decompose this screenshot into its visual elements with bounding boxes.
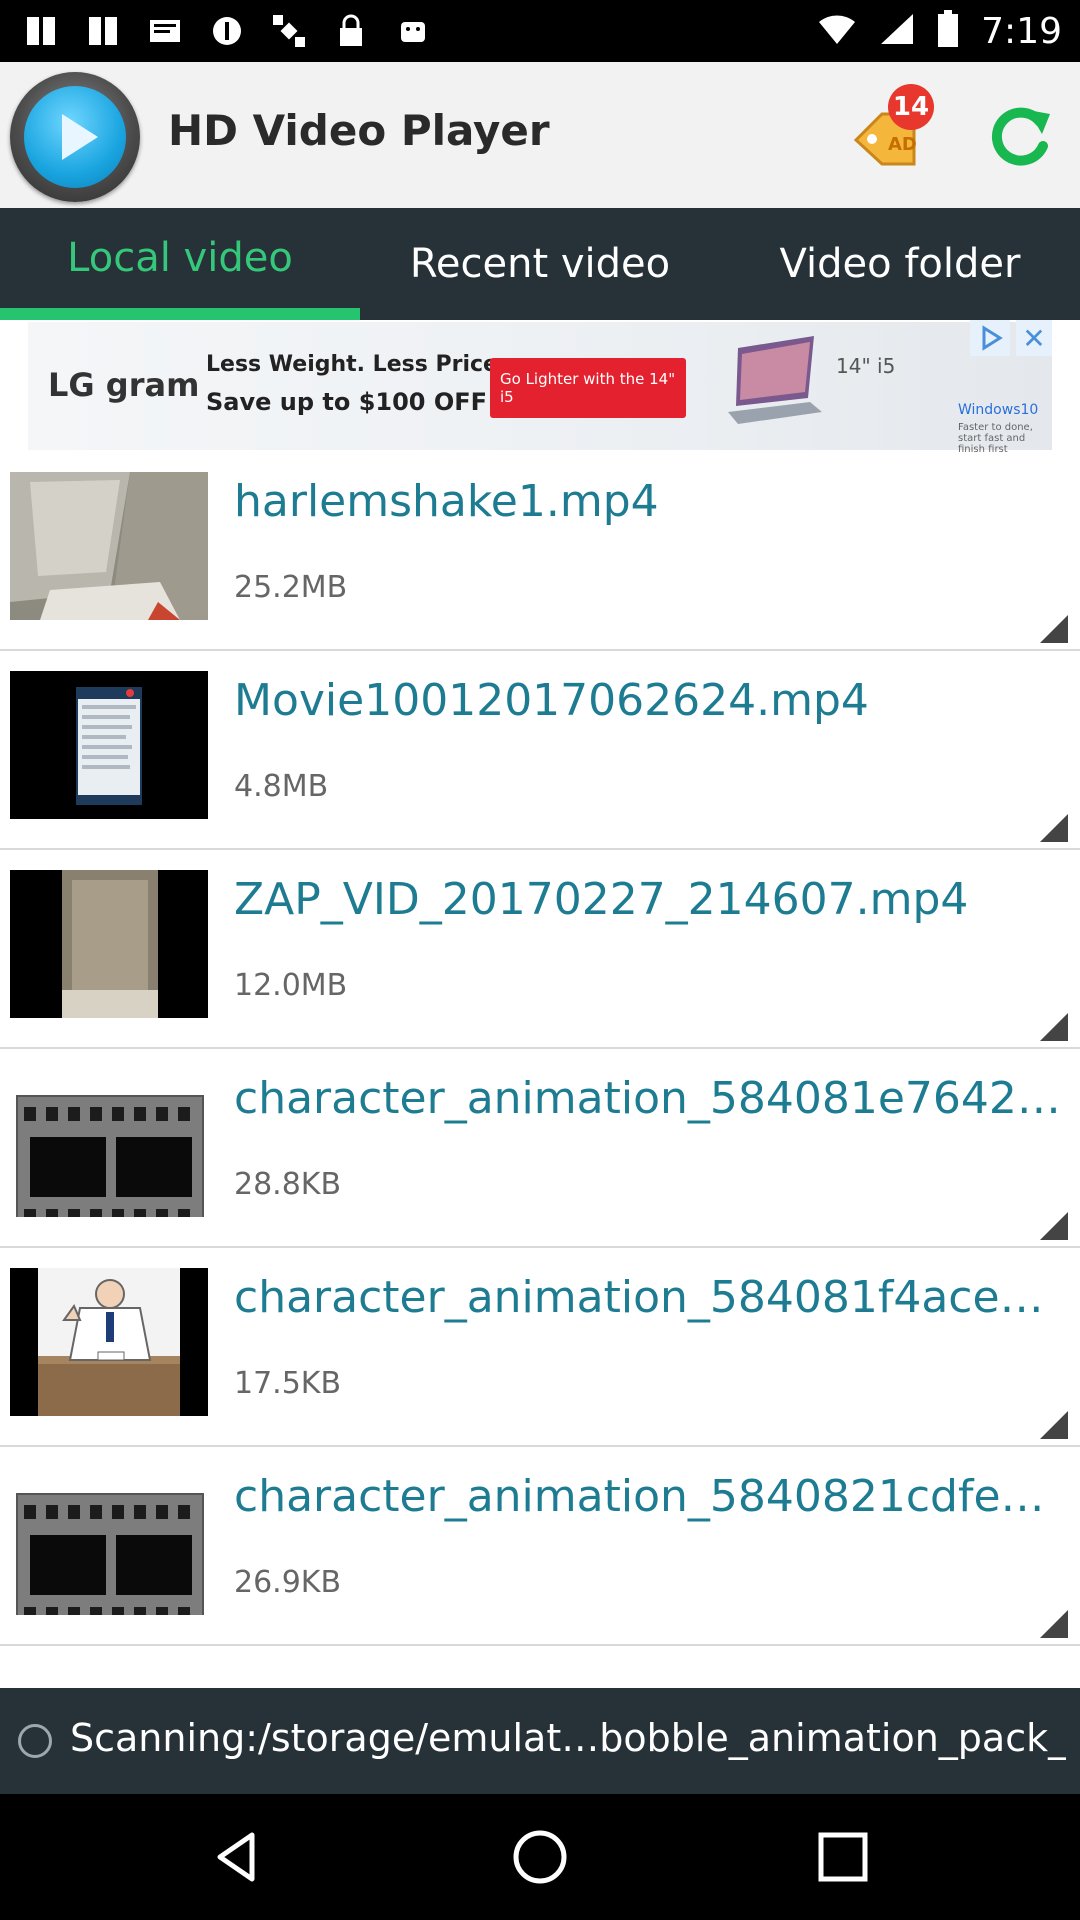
ad-choices-icon[interactable] [970,320,1010,356]
ad-offer: Save up to $100 OFF [206,388,488,416]
video-thumbnail [10,1666,208,1688]
tab-label: Video folder [779,241,1021,287]
back-button[interactable] [186,1812,286,1902]
video-size: 26.9KB [234,1565,342,1600]
recents-icon [818,1832,868,1882]
tab-video-folder[interactable]: Video folder [720,208,1080,320]
item-menu-icon[interactable] [1040,1212,1068,1240]
item-menu-icon[interactable] [1040,1610,1068,1638]
tab-local-video[interactable]: Local video [0,208,360,320]
home-button[interactable] [490,1812,590,1902]
list-item-partial[interactable] [0,1646,1080,1688]
item-menu-icon[interactable] [1040,1013,1068,1041]
video-size: 4.8MB [234,769,329,804]
notification-icon [84,12,122,50]
notification-icon [146,12,184,50]
system-nav-bar [0,1794,1080,1920]
video-name: harlemshake1.mp4 [234,476,659,527]
list-item[interactable]: character_animation_584081e76422... 28.8… [0,1049,1080,1248]
video-name: character_animation_584081e76422... [234,1073,1064,1124]
video-size: 17.5KB [234,1366,342,1401]
ad-banner[interactable]: LG gram Less Weight. Less Price. Save up… [0,320,1080,455]
battery-icon [937,10,959,52]
tab-bar: Local video Recent video Video folder [0,208,1080,320]
ad-count-badge: 14 [888,84,934,130]
item-menu-icon[interactable] [1040,814,1068,842]
video-thumbnail [10,472,208,620]
android-icon [394,12,432,50]
ad-cta-button[interactable]: Go Lighter with the 14" i5 [490,358,686,418]
video-thumbnail [10,1069,208,1217]
video-name: ZAP_VID_20170227_214607.mp4 [234,874,969,925]
ad-brand: LG gram [48,366,200,404]
video-thumbnail [10,1467,208,1615]
scan-status-text: Scanning:/storage/emulat…bobble_animatio… [70,1716,1066,1760]
back-icon [217,1832,255,1882]
video-list: harlemshake1.mp4 25.2MB Movie10012017062… [0,452,1080,1688]
lock-icon [332,12,370,50]
notification-icon [208,12,246,50]
recents-button[interactable] [793,1812,893,1902]
item-menu-icon[interactable] [1040,1411,1068,1439]
refresh-icon [991,107,1050,166]
film-icon [16,1095,204,1217]
system-status: 7:19 [817,8,1062,54]
notification-icons [22,10,432,52]
list-item[interactable]: ZAP_VID_20170227_214607.mp4 12.0MB [0,850,1080,1049]
wifi-icon [817,12,857,50]
video-thumbnail [10,1268,208,1416]
tab-label: Local video [67,235,293,281]
status-bar: 7:19 [0,0,1080,62]
signal-icon [879,12,915,50]
svg-text:AD: AD [888,134,917,155]
video-thumbnail [10,671,208,819]
video-size: 28.8KB [234,1167,342,1202]
video-size: 25.2MB [234,570,348,605]
ad-size-label: 14" i5 [836,354,896,378]
ad-gift-button[interactable]: AD 14 [848,84,938,180]
app-header: HD Video Player AD 14 [0,62,1080,208]
tab-recent-video[interactable]: Recent video [360,208,720,320]
ad-fine-print: Faster to done, start fast and finish fi… [958,422,1033,455]
app-title: HD Video Player [168,106,550,155]
list-item[interactable]: character_animation_5840821cdfe34... 26.… [0,1447,1080,1646]
ad-headline: Less Weight. Less Price. [206,352,507,377]
list-item[interactable]: Movie10012017062624.mp4 4.8MB [0,651,1080,850]
app-logo-icon [10,72,140,202]
windows-label: Windows10 [958,402,1039,418]
item-menu-icon[interactable] [1040,615,1068,643]
home-icon [513,1830,567,1884]
video-name: Movie10012017062624.mp4 [234,675,869,726]
video-size: 12.0MB [234,968,348,1003]
clock: 7:19 [981,10,1062,52]
satellite-icon [270,12,308,50]
refresh-button[interactable] [980,96,1058,174]
ad-close-icon[interactable]: ✕ [1016,320,1052,356]
list-item[interactable]: harlemshake1.mp4 25.2MB [0,452,1080,651]
video-name: character_animation_584081f4acea3... [234,1272,1064,1323]
laptop-image [718,328,828,438]
tab-label: Recent video [409,241,671,287]
notification-icon [22,12,60,50]
film-icon [16,1493,204,1615]
list-item[interactable]: character_animation_584081f4acea3... 17.… [0,1248,1080,1447]
video-thumbnail [10,870,208,1018]
loading-spinner-icon [18,1724,52,1758]
video-name: character_animation_5840821cdfe34... [234,1471,1064,1522]
scan-status-bar: Scanning:/storage/emulat…bobble_animatio… [0,1688,1080,1794]
